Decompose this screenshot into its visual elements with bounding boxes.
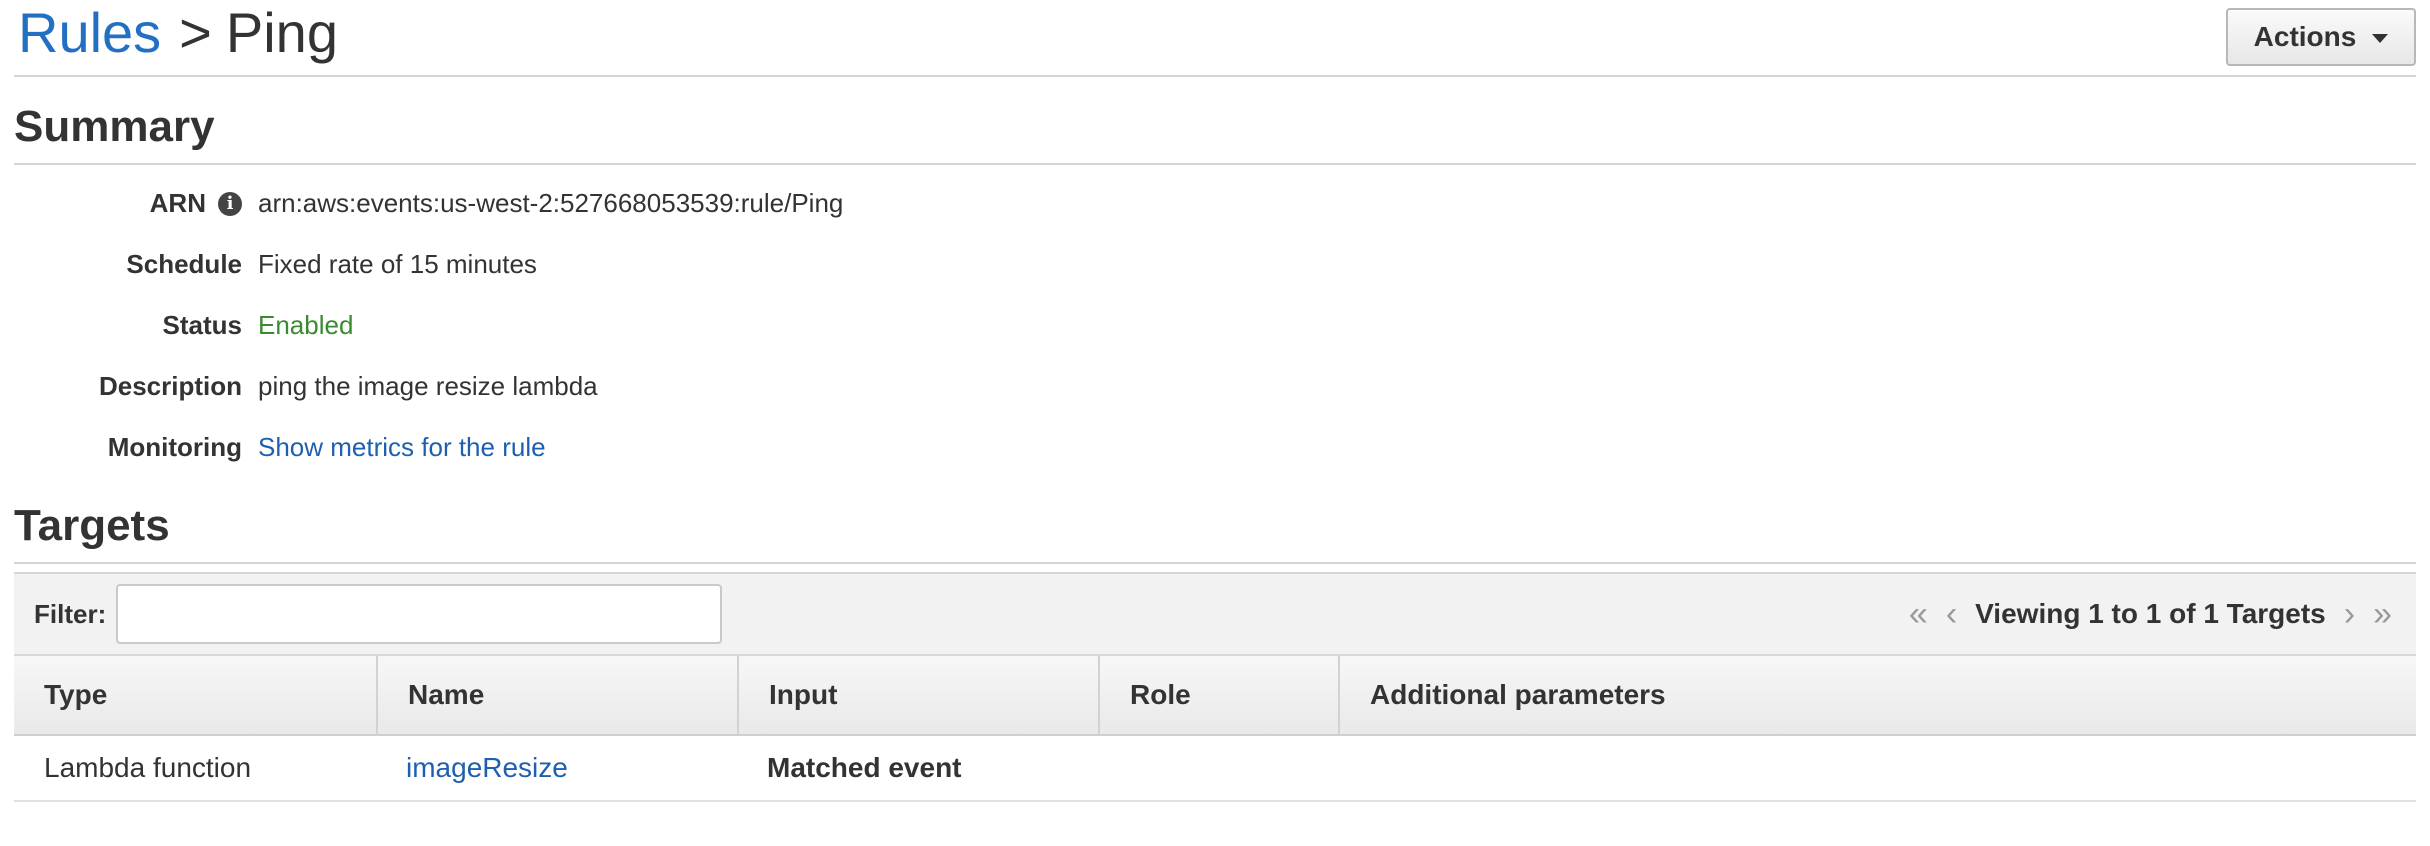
breadcrumb: Rules > Ping: [18, 0, 338, 66]
caret-down-icon: [2372, 33, 2389, 43]
cell-input: Matched event: [767, 752, 962, 783]
double-chevron-right-icon[interactable]: »: [2373, 597, 2392, 631]
actions-button[interactable]: Actions: [2226, 8, 2416, 66]
table-header: Type Name Input Role Additional paramete…: [14, 656, 2416, 736]
info-icon[interactable]: i: [218, 191, 242, 216]
column-header-additional-parameters[interactable]: Additional parameters: [1338, 656, 2416, 734]
show-metrics-link[interactable]: Show metrics for the rule: [258, 432, 546, 463]
summary-row-arn: ARN i arn:aws:events:us-west-2:527668053…: [14, 173, 2416, 234]
chevron-left-icon[interactable]: ‹: [1946, 597, 1957, 631]
summary-title: Summary: [14, 91, 2416, 165]
description-value: ping the image resize lambda: [258, 371, 598, 401]
page: Rules > Ping Actions Summary ARN i arn:aws…: [14, 0, 2416, 802]
status-value: Enabled: [258, 310, 354, 340]
summary-row-schedule: Schedule Fixed rate of 15 minutes: [14, 234, 2416, 295]
arn-label-wrap: ARN i: [14, 188, 242, 219]
summary-row-monitoring: Monitoring Show metrics for the rule: [14, 417, 2416, 478]
schedule-value: Fixed rate of 15 minutes: [258, 249, 537, 279]
summary-details: ARN i arn:aws:events:us-west-2:527668053…: [14, 173, 2416, 478]
table-body: Lambda function imageResize Matched even…: [14, 736, 2416, 802]
page-header: Rules > Ping Actions: [14, 0, 2416, 77]
breadcrumb-rules-link[interactable]: Rules: [18, 1, 161, 64]
column-header-type[interactable]: Type: [14, 656, 376, 734]
schedule-label: Schedule: [126, 249, 242, 279]
summary-row-description: Description ping the image resize lambda: [14, 356, 2416, 417]
arn-label: ARN: [149, 188, 206, 218]
summary-row-status: Status Enabled: [14, 295, 2416, 356]
pagination: « ‹ Viewing 1 to 1 of 1 Targets › »: [1909, 574, 2392, 654]
column-header-name[interactable]: Name: [376, 656, 737, 734]
chevron-right-icon[interactable]: ›: [2344, 597, 2355, 631]
breadcrumb-separator: >: [179, 1, 212, 64]
monitoring-label: Monitoring: [107, 432, 242, 462]
actions-button-label: Actions: [2253, 21, 2357, 52]
description-label: Description: [98, 371, 242, 401]
targets-title: Targets: [14, 492, 2416, 564]
filter-input[interactable]: [116, 584, 723, 644]
filter-bar: Filter: « ‹ Viewing 1 to 1 of 1 Targets …: [14, 574, 2416, 656]
column-header-input[interactable]: Input: [737, 656, 1098, 734]
breadcrumb-current: Ping: [225, 1, 338, 64]
column-header-role[interactable]: Role: [1098, 656, 1338, 734]
filter-label: Filter:: [34, 598, 107, 629]
target-name-link[interactable]: imageResize: [376, 752, 737, 784]
pager-text: Viewing 1 to 1 of 1 Targets: [1975, 598, 2326, 629]
double-chevron-left-icon[interactable]: «: [1909, 597, 1928, 631]
cell-type: Lambda function: [44, 752, 252, 783]
targets-table: Filter: « ‹ Viewing 1 to 1 of 1 Targets …: [14, 572, 2416, 802]
status-label: Status: [162, 310, 242, 340]
arn-value: arn:aws:events:us-west-2:527668053539:ru…: [258, 188, 844, 218]
table-row[interactable]: Lambda function imageResize Matched even…: [14, 736, 2416, 802]
